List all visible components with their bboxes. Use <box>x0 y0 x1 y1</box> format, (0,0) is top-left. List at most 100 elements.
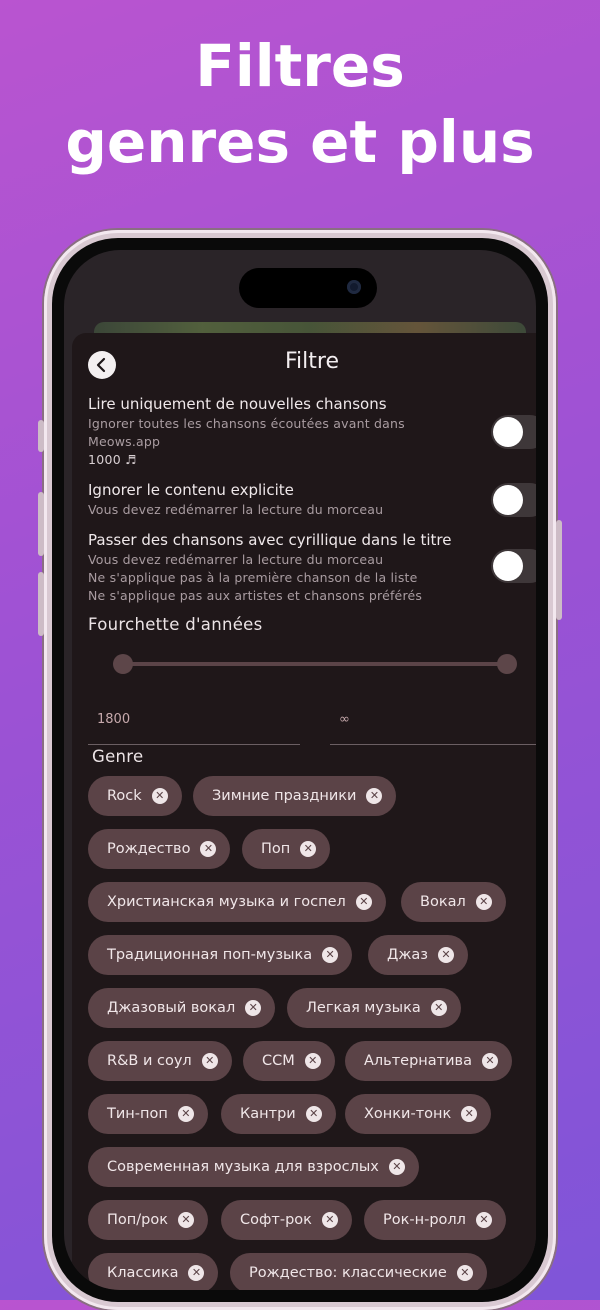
remove-icon[interactable]: ✕ <box>245 1000 262 1016</box>
remove-icon[interactable]: ✕ <box>300 841 317 857</box>
toggle-explicit[interactable] <box>491 483 536 517</box>
option-subtitle: Vous devez redémarrer la lecture du morc… <box>88 552 384 567</box>
genre-chip-label: Кантри <box>240 1106 296 1122</box>
option-subtitle: Ne s'applique pas aux artistes et chanso… <box>88 588 423 603</box>
remove-icon[interactable]: ✕ <box>475 1212 492 1228</box>
genre-chip[interactable]: Rock ✕ <box>88 776 182 816</box>
remove-icon[interactable]: ✕ <box>151 788 168 804</box>
genre-chip-label: Софт-рок <box>240 1212 312 1228</box>
option-cyrillic: Passer des chansons avec cyrillique dans… <box>88 529 478 605</box>
genre-chip[interactable]: Джаз ✕ <box>368 935 468 975</box>
genre-chip[interactable]: Рождество: классические ✕ <box>230 1253 487 1290</box>
volume-up-button <box>38 492 44 556</box>
remove-icon[interactable]: ✕ <box>456 1265 473 1281</box>
genre-chip[interactable]: Тин-поп ✕ <box>88 1094 208 1134</box>
remove-icon[interactable]: ✕ <box>430 1000 447 1016</box>
year-to-field[interactable]: ∞ <box>330 698 536 745</box>
listened-count: 1000 ♬ <box>88 452 137 467</box>
toggle-cyrillic[interactable] <box>491 549 536 583</box>
option-title: Ignorer le contenu explicite <box>88 481 294 499</box>
genre-chip-label: CCM <box>262 1053 295 1069</box>
option-subtitle: Vous devez redémarrer la lecture du morc… <box>88 502 384 517</box>
genre-chip[interactable]: Поп/рок ✕ <box>88 1200 208 1240</box>
promo-headline: Filtres genres et plus <box>0 28 600 180</box>
genre-chip-label: Поп/рок <box>107 1212 168 1228</box>
year-range-slider[interactable] <box>123 662 507 666</box>
genre-chip[interactable]: Софт-рок ✕ <box>221 1200 352 1240</box>
remove-icon[interactable]: ✕ <box>305 1106 322 1122</box>
genre-chip-label: Традиционная поп-музыка <box>107 947 313 963</box>
genre-chip-label: Рождество <box>107 841 191 857</box>
genre-chip-label: Легкая музыка <box>306 1000 421 1016</box>
phone-screen: Filtre Lire uniquement de nouvelles chan… <box>64 250 536 1290</box>
filter-sheet: Filtre Lire uniquement de nouvelles chan… <box>72 333 536 1290</box>
slider-end-handle[interactable] <box>497 654 517 674</box>
genre-chip-label: Современная музыка для взрослых <box>107 1159 379 1175</box>
slider-start-handle[interactable] <box>113 654 133 674</box>
remove-icon[interactable]: ✕ <box>322 947 339 963</box>
genre-chip[interactable]: R&B и соул ✕ <box>88 1041 232 1081</box>
genre-chip[interactable]: Рождество ✕ <box>88 829 231 869</box>
genre-chip[interactable]: Рок-н-ролл ✕ <box>364 1200 506 1240</box>
remove-icon[interactable]: ✕ <box>475 894 492 910</box>
remove-icon[interactable]: ✕ <box>388 1159 405 1175</box>
genre-chip[interactable]: Христианская музыка и госпел ✕ <box>88 882 386 922</box>
genre-chip-label: Классика <box>107 1265 179 1281</box>
option-title: Passer des chansons avec cyrillique dans… <box>88 531 452 549</box>
genre-chip[interactable]: Зимние праздники ✕ <box>193 776 397 816</box>
phone-frame: Filtre Lire uniquement de nouvelles chan… <box>38 230 562 1310</box>
genre-chip[interactable]: Легкая музыка ✕ <box>287 988 461 1028</box>
genre-chip[interactable]: Джазовый вокал ✕ <box>88 988 276 1028</box>
genre-chip-label: Джаз <box>387 947 428 963</box>
genre-chip-label: Тин-поп <box>107 1106 168 1122</box>
option-title: Lire uniquement de nouvelles chansons <box>88 395 387 413</box>
remove-icon[interactable]: ✕ <box>304 1053 321 1069</box>
genre-chip[interactable]: Современная музыка для взрослых ✕ <box>88 1147 419 1187</box>
genre-chip-label: Рождество: классические <box>249 1265 447 1281</box>
remove-icon[interactable]: ✕ <box>200 841 217 857</box>
option-subtitle: Meows.app <box>88 434 161 449</box>
genre-chip-label: Зимние праздники <box>212 788 357 804</box>
genre-chip[interactable]: Традиционная поп-музыка ✕ <box>88 935 353 975</box>
genre-chip-label: R&B и соул <box>107 1053 192 1069</box>
genre-chip[interactable]: Альтернатива ✕ <box>345 1041 512 1081</box>
remove-icon[interactable]: ✕ <box>438 947 454 963</box>
remove-icon[interactable]: ✕ <box>366 788 383 804</box>
remove-icon[interactable]: ✕ <box>321 1212 338 1228</box>
remove-icon[interactable]: ✕ <box>177 1212 194 1228</box>
genre-chip[interactable]: Вокал ✕ <box>401 882 506 922</box>
remove-icon[interactable]: ✕ <box>481 1053 498 1069</box>
genre-chip[interactable]: Поп ✕ <box>242 829 331 869</box>
genre-chip[interactable]: Хонки-тонк ✕ <box>345 1094 492 1134</box>
genre-chip[interactable]: Кантри ✕ <box>221 1094 336 1134</box>
option-explicit: Ignorer le contenu explicite Vous devez … <box>88 479 478 519</box>
genre-label: Genre <box>92 747 144 766</box>
dynamic-island <box>239 268 377 308</box>
toggle-new-songs[interactable] <box>491 415 536 449</box>
remove-icon[interactable]: ✕ <box>177 1106 194 1122</box>
option-subtitle: Ne s'applique pas à la première chanson … <box>88 570 418 585</box>
genre-chip-label: Хонки-тонк <box>364 1106 452 1122</box>
genre-chip-label: Христианская музыка и госпел <box>107 894 346 910</box>
year-to-value: ∞ <box>339 712 350 727</box>
year-from-field[interactable]: 1800 <box>88 698 300 745</box>
remove-icon[interactable]: ✕ <box>188 1265 205 1281</box>
genre-chip-label: Джазовый вокал <box>107 1000 236 1016</box>
genre-chip-label: Альтернатива <box>364 1053 472 1069</box>
genre-chip-label: Рок-н-ролл <box>383 1212 466 1228</box>
volume-down-button <box>38 572 44 636</box>
genre-chip[interactable]: Классика ✕ <box>88 1253 219 1290</box>
remove-icon[interactable]: ✕ <box>355 894 372 910</box>
option-new-songs: Lire uniquement de nouvelles chansons Ig… <box>88 393 478 469</box>
remove-icon[interactable]: ✕ <box>201 1053 218 1069</box>
power-button <box>556 520 562 620</box>
promo-line-1: Filtres <box>195 32 405 100</box>
promo-line-2: genres et plus <box>65 108 535 176</box>
toggle-knob <box>493 551 523 581</box>
remove-icon[interactable]: ✕ <box>461 1106 478 1122</box>
genre-chip-label: Вокал <box>420 894 466 910</box>
genre-chip[interactable]: CCM ✕ <box>243 1041 335 1081</box>
toggle-knob <box>493 417 523 447</box>
camera-icon <box>347 280 361 294</box>
action-button <box>38 420 44 452</box>
